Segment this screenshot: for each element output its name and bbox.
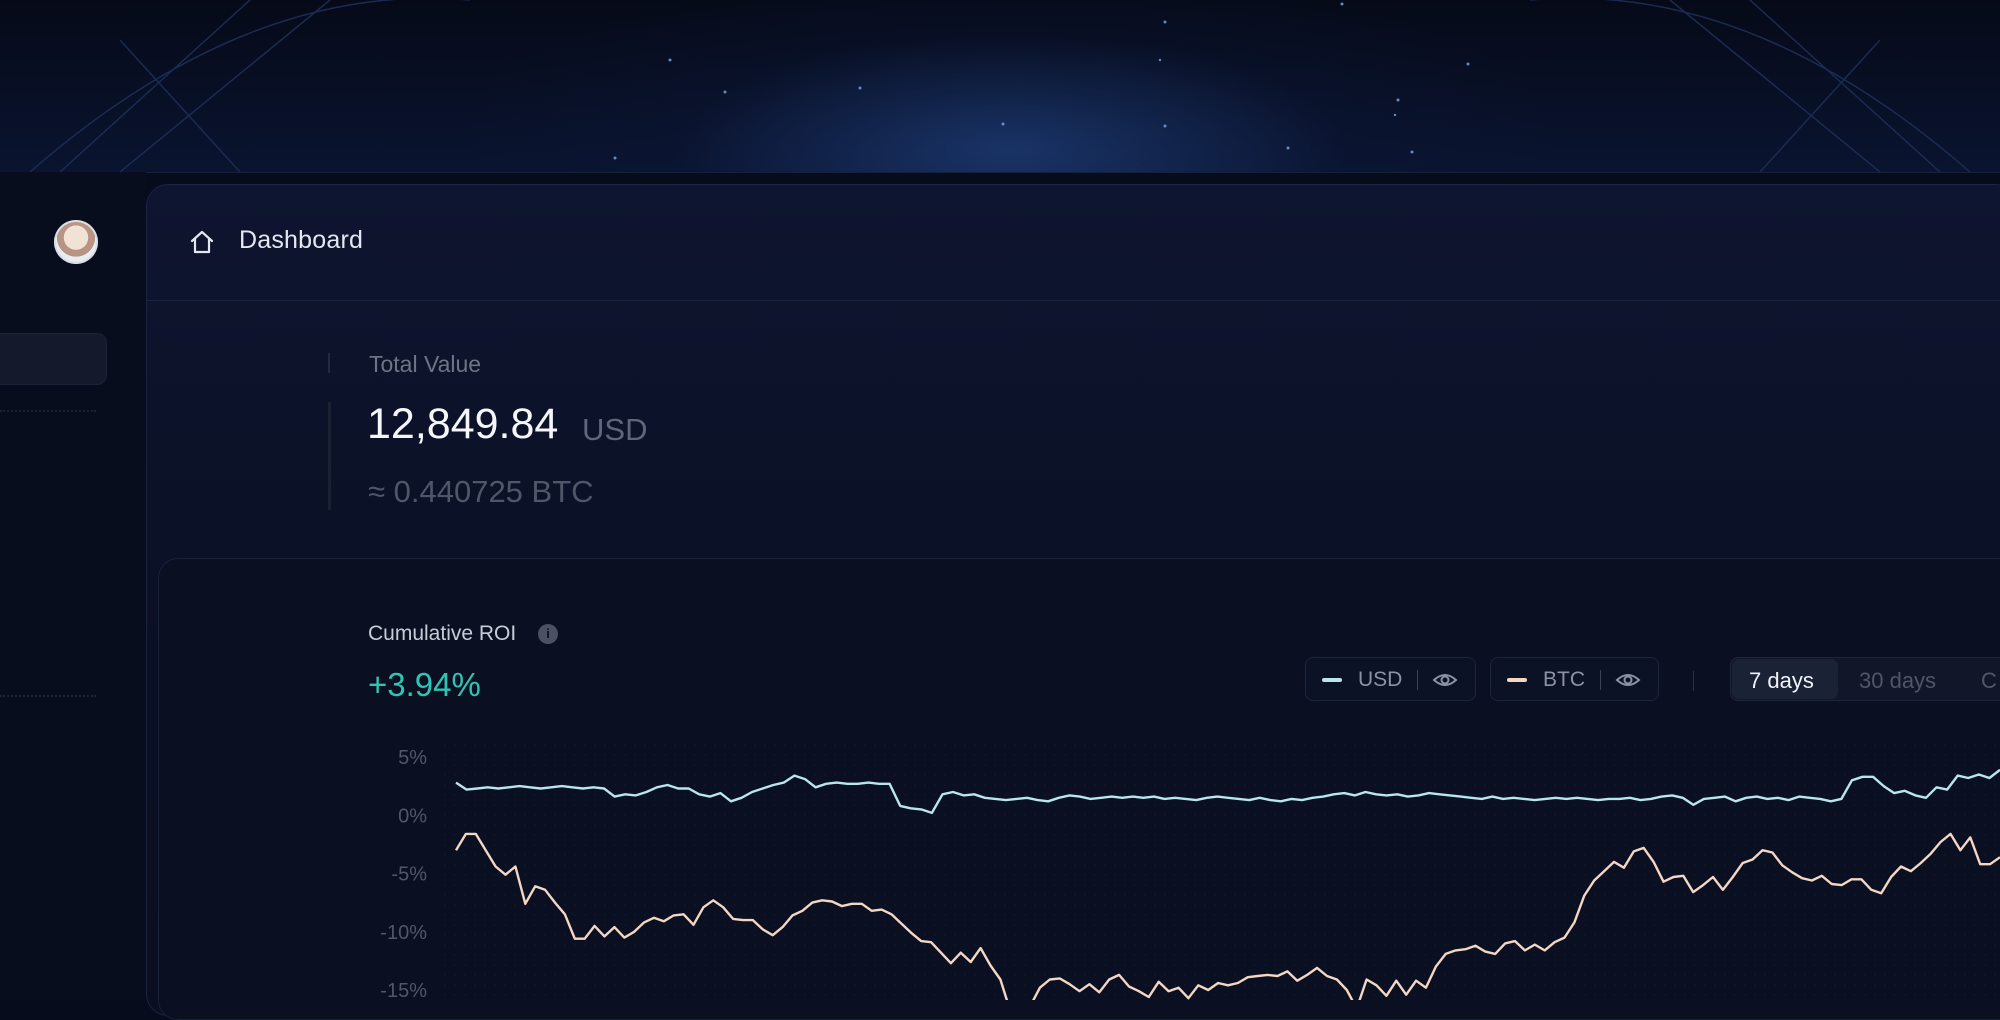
y-tick-label: 5% xyxy=(398,747,427,769)
y-tick-label: -15% xyxy=(380,980,427,1000)
chart-plot-area xyxy=(440,740,2000,1000)
roi-line-chart: 5% 0% -5% -10% -15% xyxy=(380,740,2000,1000)
y-tick-label: 0% xyxy=(398,805,427,827)
y-tick-label: -5% xyxy=(391,864,427,886)
y-tick-label: -10% xyxy=(380,922,427,944)
